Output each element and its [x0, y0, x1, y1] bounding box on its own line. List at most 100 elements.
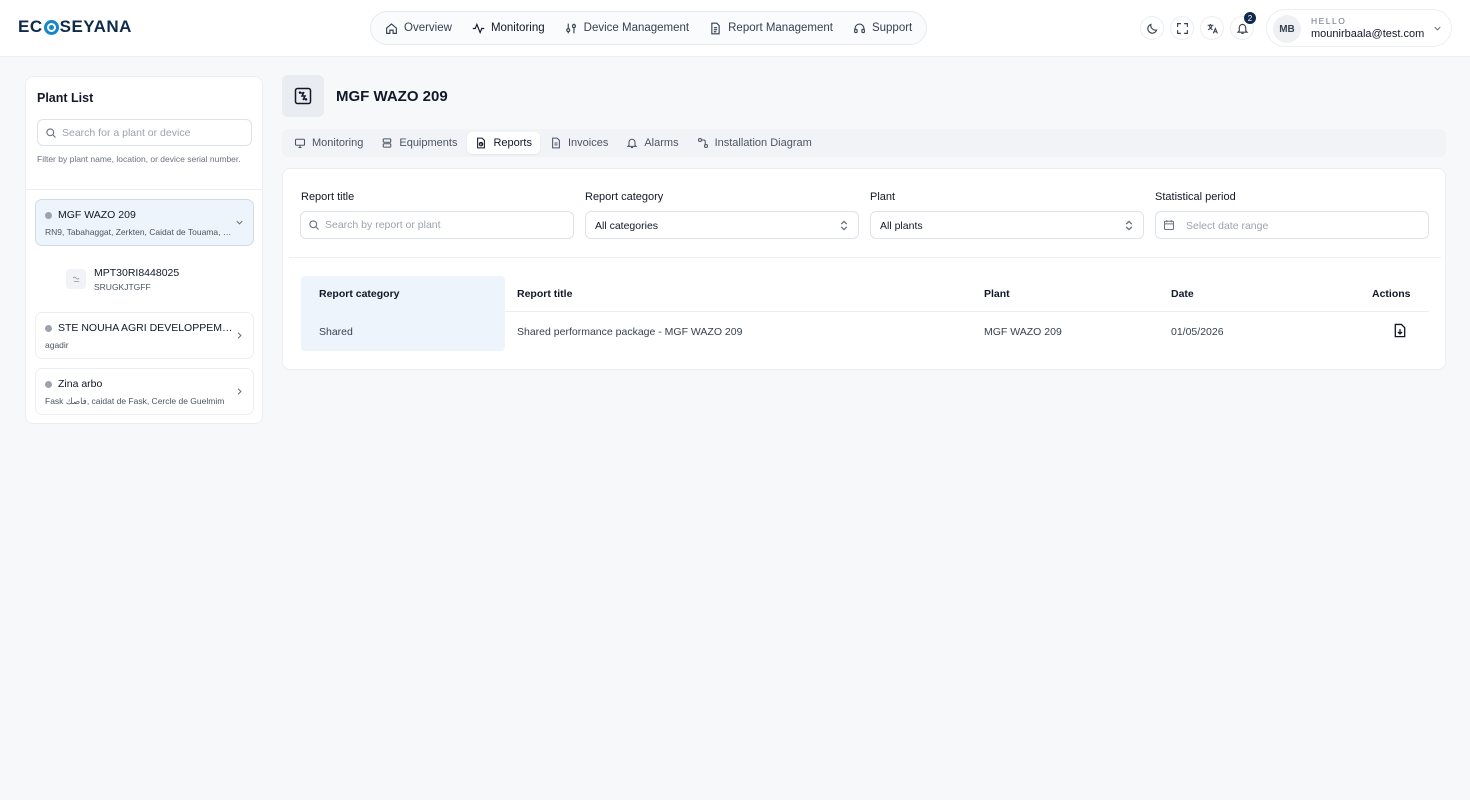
fullscreen-icon — [1176, 22, 1188, 34]
monitor-icon — [294, 138, 306, 149]
nav-monitoring[interactable]: Monitoring — [462, 15, 555, 41]
language-button[interactable] — [1200, 16, 1224, 40]
ecoseyana-logo[interactable]: EC SEYANA — [18, 17, 132, 37]
tab-invoices[interactable]: Invoices — [542, 132, 616, 154]
plant-location: RN9, Tabahaggat, Zerkten, Caidat de Toua… — [45, 227, 235, 237]
main-nav: Overview Monitoring Device Management Re… — [370, 11, 928, 45]
tab-monitoring[interactable]: Monitoring — [286, 132, 371, 154]
headset-icon — [854, 22, 865, 33]
divider — [289, 257, 1441, 258]
plant-location: Fask فاصك, caidat de Fask, Cercle de Gue… — [45, 396, 225, 406]
device-name: MPT30RI8448025 — [94, 267, 180, 279]
tab-alarms-label: Alarms — [644, 137, 679, 149]
chevron-right-icon — [237, 388, 242, 395]
plant-item-mgf-wazo-209[interactable]: MGF WAZO 209 RN9, Tabahaggat, Zerkten, C… — [35, 199, 254, 246]
cell-date: 01/05/2026 — [1171, 326, 1224, 338]
moon-icon — [1146, 23, 1157, 34]
user-email: mounirbaala@test.com — [1311, 28, 1425, 40]
divider — [26, 189, 262, 190]
cell-report-title: Shared performance package - MGF WAZO 20… — [517, 326, 743, 338]
plant-search-box — [37, 119, 252, 146]
plant-select[interactable]: All plants — [870, 211, 1144, 239]
status-dot — [45, 325, 52, 332]
plant-location: agadir — [45, 340, 69, 350]
tab-reports-label: Reports — [493, 137, 532, 149]
nav-support-label: Support — [871, 22, 913, 34]
status-dot — [45, 381, 52, 388]
device-icon-box — [66, 269, 86, 289]
logo-text-end: SEYANA — [59, 17, 132, 36]
plant-item-zina-arbo[interactable]: Zina arbo Fask فاصك, caidat de Fask, Cer… — [35, 368, 254, 415]
report-category-select[interactable]: All categories — [585, 211, 859, 239]
report-search-box — [300, 211, 574, 239]
reports-card: Report title Report category All categor… — [282, 168, 1446, 370]
device-item[interactable]: MPT30RI8448025 SRUGKJTGFF — [64, 265, 244, 299]
activity-icon — [472, 22, 485, 34]
user-greeting: HELLO — [1311, 16, 1347, 26]
plant-select-value: All plants — [880, 220, 923, 232]
bell-icon — [626, 138, 638, 149]
nav-support[interactable]: Support — [843, 15, 922, 41]
tab-installation-diagram[interactable]: Installation Diagram — [689, 132, 820, 154]
fullscreen-button[interactable] — [1170, 16, 1194, 40]
report-category-value: All categories — [595, 220, 659, 232]
column-header-date[interactable]: Date — [1171, 288, 1194, 300]
tab-reports[interactable]: Reports — [467, 132, 540, 154]
search-icon — [309, 220, 319, 230]
user-menu[interactable]: MB HELLO mounirbaala@test.com — [1266, 9, 1452, 47]
plant-name: MGF WAZO 209 — [58, 209, 136, 221]
plant-search-input[interactable] — [62, 120, 247, 145]
search-icon — [46, 128, 56, 138]
download-file-icon[interactable] — [1393, 323, 1407, 338]
filter-label-statistical-period: Statistical period — [1155, 191, 1236, 203]
home-icon — [386, 22, 397, 34]
plant-name: STE NOUHA AGRI DEVELOPPEMENT — [58, 322, 236, 334]
plant-tabs: Monitoring Equipments Reports Invoices A… — [282, 129, 1446, 157]
calendar-icon — [1163, 220, 1175, 231]
nav-device-management[interactable]: Device Management — [555, 15, 699, 41]
filter-label-plant: Plant — [870, 191, 896, 203]
plant-item-ste-nouha[interactable]: STE NOUHA AGRI DEVELOPPEMENT agadir — [35, 312, 254, 359]
nav-device-management-label: Device Management — [583, 22, 690, 34]
device-serial: SRUGKJTGFF — [94, 282, 151, 292]
plant-switch-icon — [294, 87, 312, 105]
plant-list-panel: Plant List Filter by plant name, locatio… — [25, 76, 263, 424]
theme-toggle-button[interactable] — [1140, 16, 1164, 40]
column-header-plant[interactable]: Plant — [984, 288, 1010, 300]
tab-alarms[interactable]: Alarms — [618, 132, 686, 154]
cell-plant: MGF WAZO 209 — [984, 326, 1062, 338]
inverter-icon — [72, 276, 80, 282]
logo-text-start: EC — [18, 17, 43, 36]
nav-overview[interactable]: Overview — [375, 15, 462, 41]
nav-overview-label: Overview — [404, 22, 452, 34]
chevron-down-icon — [236, 220, 243, 225]
cell-report-category: Shared — [319, 326, 353, 338]
nav-report-management[interactable]: Report Management — [699, 15, 843, 41]
diagram-icon — [697, 137, 708, 149]
tab-installation-diagram-label: Installation Diagram — [714, 137, 812, 149]
filter-label-report-category: Report category — [585, 191, 664, 203]
tab-equipments[interactable]: Equipments — [373, 132, 465, 154]
file-chart-icon — [477, 137, 486, 149]
nav-report-management-label: Report Management — [728, 22, 833, 34]
column-header-report-title[interactable]: Report title — [517, 288, 572, 300]
page-title: MGF WAZO 209 — [336, 88, 448, 105]
plant-header-icon-box — [282, 75, 324, 117]
chevron-updown-icon — [840, 220, 848, 231]
report-search-input[interactable] — [325, 212, 565, 238]
notifications-button[interactable]: 2 — [1230, 12, 1256, 40]
date-range-picker[interactable]: Select date range — [1155, 211, 1429, 239]
logo-mark-icon — [43, 19, 59, 35]
avatar: MB — [1273, 15, 1301, 43]
column-header-actions: Actions — [1372, 288, 1411, 300]
column-header-report-category[interactable]: Report category — [319, 288, 400, 300]
chevron-right-icon — [237, 332, 242, 339]
plant-name: Zina arbo — [58, 378, 103, 390]
tab-monitoring-label: Monitoring — [312, 137, 364, 149]
nav-monitoring-label: Monitoring — [490, 22, 545, 34]
status-dot — [45, 212, 52, 219]
notification-count-badge: 2 — [1244, 12, 1256, 24]
translate-icon — [1207, 23, 1218, 34]
header-actions: 2 — [1140, 12, 1256, 40]
tab-equipments-label: Equipments — [399, 137, 458, 149]
